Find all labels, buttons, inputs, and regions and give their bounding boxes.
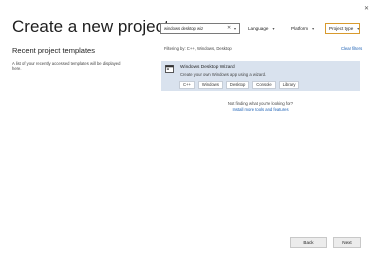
language-filter-dropdown[interactable]: Language ▾ — [248, 23, 274, 34]
chevron-down-icon: ▾ — [312, 26, 315, 31]
tag-library: Library — [278, 80, 300, 89]
template-search-box[interactable]: ✕ ▾ — [160, 23, 240, 34]
back-button[interactable]: Back — [290, 237, 327, 248]
not-finding-text: Not finding what you're looking for? — [227, 101, 294, 106]
template-item-windows-desktop-wizard[interactable]: Windows Desktop Wizard Create your own W… — [161, 61, 360, 91]
clear-filters-link[interactable]: Clear filters — [341, 46, 362, 51]
recent-templates-description: A list of your recently accessed templat… — [12, 61, 121, 72]
next-button[interactable]: Next — [333, 237, 361, 248]
tag-desktop: Desktop — [225, 80, 250, 89]
create-project-dialog: ✕ Create a new project Recent project te… — [0, 0, 375, 262]
close-icon[interactable]: ✕ — [364, 6, 369, 12]
template-tags: C++ Windows Desktop Console Library — [179, 80, 300, 89]
template-description: Create your own Windows app using a wiza… — [180, 71, 267, 77]
platform-filter-dropdown[interactable]: Platform ▾ — [291, 23, 314, 34]
tag-windows: Windows — [197, 80, 223, 89]
project-type-filter-label: Project type — [329, 26, 354, 31]
chevron-down-icon: ▾ — [357, 26, 360, 31]
tag-console: Console — [252, 80, 276, 89]
clear-search-icon[interactable]: ✕ — [227, 26, 231, 31]
recent-templates-heading: Recent project templates — [12, 46, 95, 55]
search-history-dropdown-icon[interactable]: ▾ — [234, 26, 236, 31]
tag-cpp: C++ — [179, 80, 195, 89]
filtering-status: Filtering by: C++, Windows, Desktop — [164, 46, 232, 51]
project-type-filter-dropdown[interactable]: Project type ▾ — [325, 23, 360, 34]
platform-filter-label: Platform — [291, 26, 309, 31]
windows-app-icon — [165, 65, 174, 73]
language-filter-label: Language — [248, 26, 269, 31]
template-name: Windows Desktop Wizard — [180, 64, 235, 70]
install-more-tools-link[interactable]: Install more tools and features — [161, 107, 360, 112]
chevron-down-icon: ▾ — [272, 26, 275, 31]
search-input[interactable] — [161, 24, 226, 33]
page-title: Create a new project — [12, 17, 169, 36]
